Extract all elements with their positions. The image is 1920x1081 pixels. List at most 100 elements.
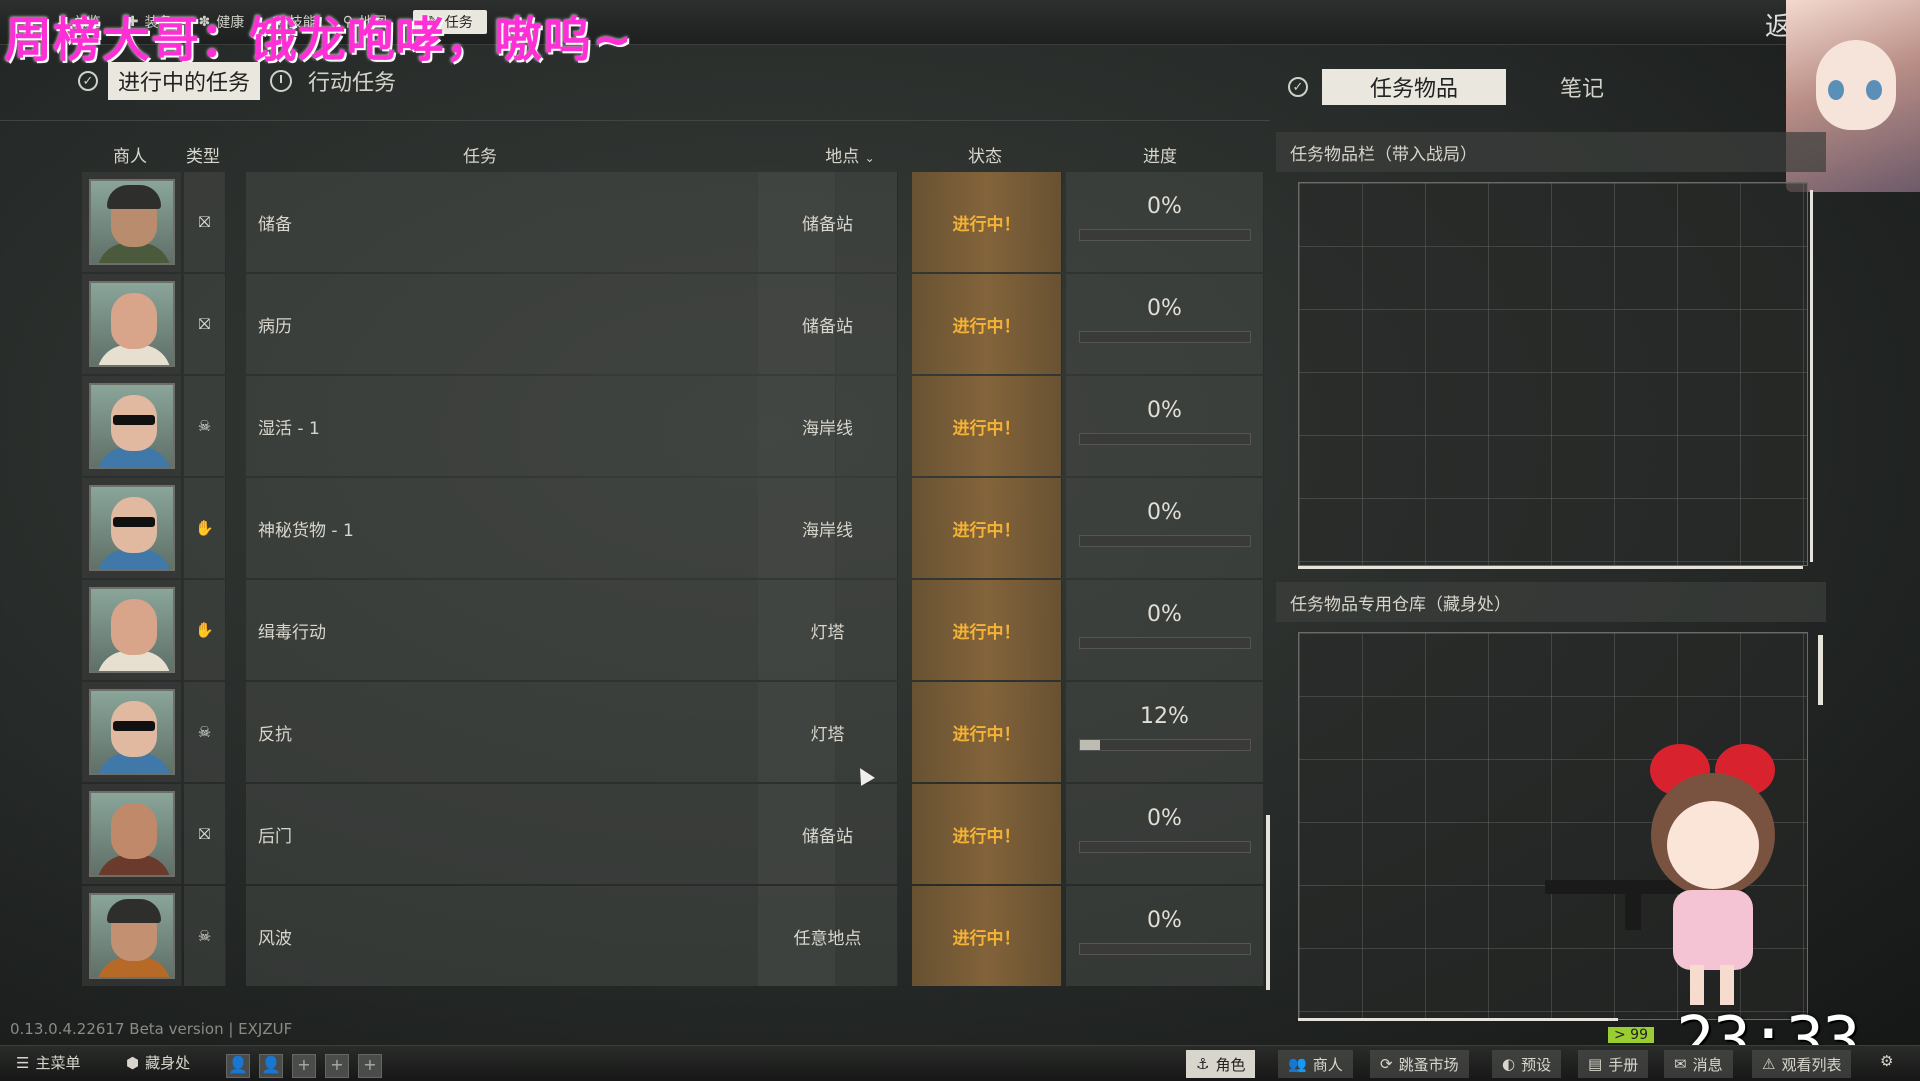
table-row[interactable]: ☠ 风波 任意地点 进行中！ 0% — [82, 886, 1264, 987]
status-badge: 进行中！ — [912, 784, 1062, 884]
status-badge: 进行中！ — [912, 376, 1062, 476]
progress-cell: 0% — [1066, 784, 1264, 884]
sunglasses-shape — [112, 721, 155, 731]
trader-portrait[interactable] — [88, 791, 175, 877]
trader-portrait[interactable] — [88, 383, 175, 469]
task-location: 灯塔 — [758, 682, 898, 782]
progress-value: 0% — [1147, 398, 1182, 423]
table-row[interactable]: ☠ 反抗 灯塔 进行中！ 12% — [82, 682, 1264, 783]
settings-button[interactable]: ⚙ — [1880, 1052, 1893, 1070]
col-progress[interactable]: 进度 — [1110, 142, 1210, 167]
trader-portrait[interactable] — [88, 281, 175, 367]
tab-notes[interactable]: 笔记 — [1554, 68, 1610, 106]
character-button[interactable]: ⚓ 角色 — [1186, 1050, 1256, 1078]
progress-cell: 12% — [1066, 682, 1264, 782]
add-icon[interactable]: + — [292, 1054, 316, 1078]
trader-portrait[interactable] — [88, 587, 175, 673]
mascot-sticker — [1545, 744, 1775, 1005]
hat-shape — [106, 899, 161, 923]
trader-cell — [82, 274, 182, 374]
task-name[interactable]: 神秘货物 - 1 — [246, 478, 836, 578]
col-type[interactable]: 类型 — [182, 142, 224, 167]
tab-active-tasks[interactable]: 进行中的任务 — [108, 62, 261, 100]
presets-icon: ◐ — [1502, 1055, 1516, 1073]
mascot-leg-right — [1720, 965, 1734, 1005]
type-cell: ☠ — [184, 376, 226, 476]
col-status[interactable]: 状态 — [940, 142, 1030, 167]
profile-icon[interactable]: 👤 — [259, 1054, 283, 1078]
status-badge: 进行中！ — [912, 274, 1062, 374]
progress-cell: 0% — [1066, 274, 1264, 374]
progress-bar — [1078, 943, 1251, 955]
status-badge: 进行中！ — [912, 886, 1062, 986]
progress-bar — [1078, 739, 1251, 751]
progress-value: 0% — [1147, 602, 1182, 627]
task-location: 海岸线 — [758, 478, 898, 578]
task-table: ⛝ 储备 储备站 进行中！ 0% ⛝ 病历 储备站 进行中！ 0% ☠ 湿活 -… — [82, 172, 1264, 988]
tab-quest-items[interactable]: 任务物品 — [1322, 69, 1507, 105]
trader-cell — [82, 886, 182, 986]
handbook-button[interactable]: ▤ 手册 — [1578, 1050, 1649, 1078]
messages-button[interactable]: ✉ 消息 — [1664, 1050, 1733, 1078]
trader-cell — [82, 682, 182, 782]
add-icon[interactable]: + — [325, 1054, 349, 1078]
quest-inventory-grid[interactable] — [1298, 182, 1808, 566]
profile-icon[interactable]: 👤 — [226, 1054, 250, 1078]
table-header: 商人 类型 任务 地点 ⌄ 状态 进度 — [80, 140, 1265, 170]
traders-button[interactable]: 👥 商人 — [1278, 1050, 1353, 1078]
task-name[interactable]: 风波 — [246, 886, 836, 986]
task-name[interactable]: 湿活 - 1 — [246, 376, 836, 476]
grid-scrollbar[interactable] — [1810, 190, 1813, 562]
version-label: 0.13.0.4.22617 Beta version | EXJZUF — [10, 1020, 293, 1038]
hand-icon: ✋ — [195, 519, 214, 537]
table-row[interactable]: ✋ 神秘货物 - 1 海岸线 进行中！ 0% — [82, 478, 1264, 579]
type-cell: ✋ — [184, 580, 226, 680]
status-badge: 进行中！ — [912, 172, 1062, 272]
progress-fill — [1079, 740, 1100, 750]
progress-cell: 0% — [1066, 172, 1264, 272]
task-name[interactable]: 储备 — [246, 172, 836, 272]
table-row[interactable]: ⛝ 病历 储备站 进行中！ 0% — [82, 274, 1264, 375]
task-location: 灯塔 — [758, 580, 898, 680]
trader-portrait[interactable] — [88, 893, 175, 979]
messages-icon: ✉ — [1674, 1055, 1687, 1073]
task-location: 储备站 — [758, 784, 898, 884]
watchlist-button[interactable]: ⚠ 观看列表 — [1752, 1050, 1852, 1078]
trader-portrait[interactable] — [88, 485, 175, 571]
exit-icon: ⛝ — [198, 825, 211, 843]
col-task[interactable]: 任务 — [380, 142, 580, 167]
exit-icon: ⛝ — [198, 315, 211, 333]
trader-cell — [82, 172, 182, 272]
handbook-icon: ▤ — [1588, 1055, 1603, 1073]
presets-button[interactable]: ◐ 预设 — [1492, 1050, 1562, 1078]
table-row[interactable]: ⛝ 后门 储备站 进行中！ 0% — [82, 784, 1264, 885]
task-name[interactable]: 缉毒行动 — [246, 580, 836, 680]
task-name[interactable]: 病历 — [246, 274, 836, 374]
progress-value: 0% — [1147, 194, 1182, 219]
col-location[interactable]: 地点 ⌄ — [800, 142, 900, 167]
flea-market-button[interactable]: ⟳ 跳蚤市场 — [1370, 1050, 1469, 1078]
main-menu-button[interactable]: ☰ 主菜单 — [16, 1052, 80, 1073]
menu-icon: ☰ — [16, 1053, 30, 1072]
tab-operation-tasks[interactable]: 行动任务 — [302, 62, 402, 100]
add-icon[interactable]: + — [358, 1054, 382, 1078]
skull-icon: ☠ — [197, 417, 212, 435]
hideout-button[interactable]: ⬢ 藏身处 — [126, 1052, 190, 1073]
progress-value: 0% — [1147, 296, 1182, 321]
trader-portrait[interactable] — [88, 179, 175, 265]
trader-portrait[interactable] — [88, 689, 175, 775]
table-row[interactable]: ✋ 缉毒行动 灯塔 进行中！ 0% — [82, 580, 1264, 681]
task-name[interactable]: 反抗 — [246, 682, 836, 782]
task-name[interactable]: 后门 — [246, 784, 836, 884]
trader-cell — [82, 376, 182, 476]
col-trader[interactable]: 商人 — [80, 142, 180, 167]
hideout-icon: ⬢ — [126, 1053, 140, 1072]
table-scrollbar[interactable] — [1266, 815, 1270, 990]
sunglasses-shape — [112, 415, 155, 425]
stash-scrollbar[interactable] — [1818, 635, 1823, 705]
divider — [0, 120, 1270, 121]
inventory-title: 任务物品栏（带入战局） — [1276, 132, 1826, 172]
progress-cell: 0% — [1066, 886, 1264, 986]
table-row[interactable]: ⛝ 储备 储备站 进行中！ 0% — [82, 172, 1264, 273]
table-row[interactable]: ☠ 湿活 - 1 海岸线 进行中！ 0% — [82, 376, 1264, 477]
